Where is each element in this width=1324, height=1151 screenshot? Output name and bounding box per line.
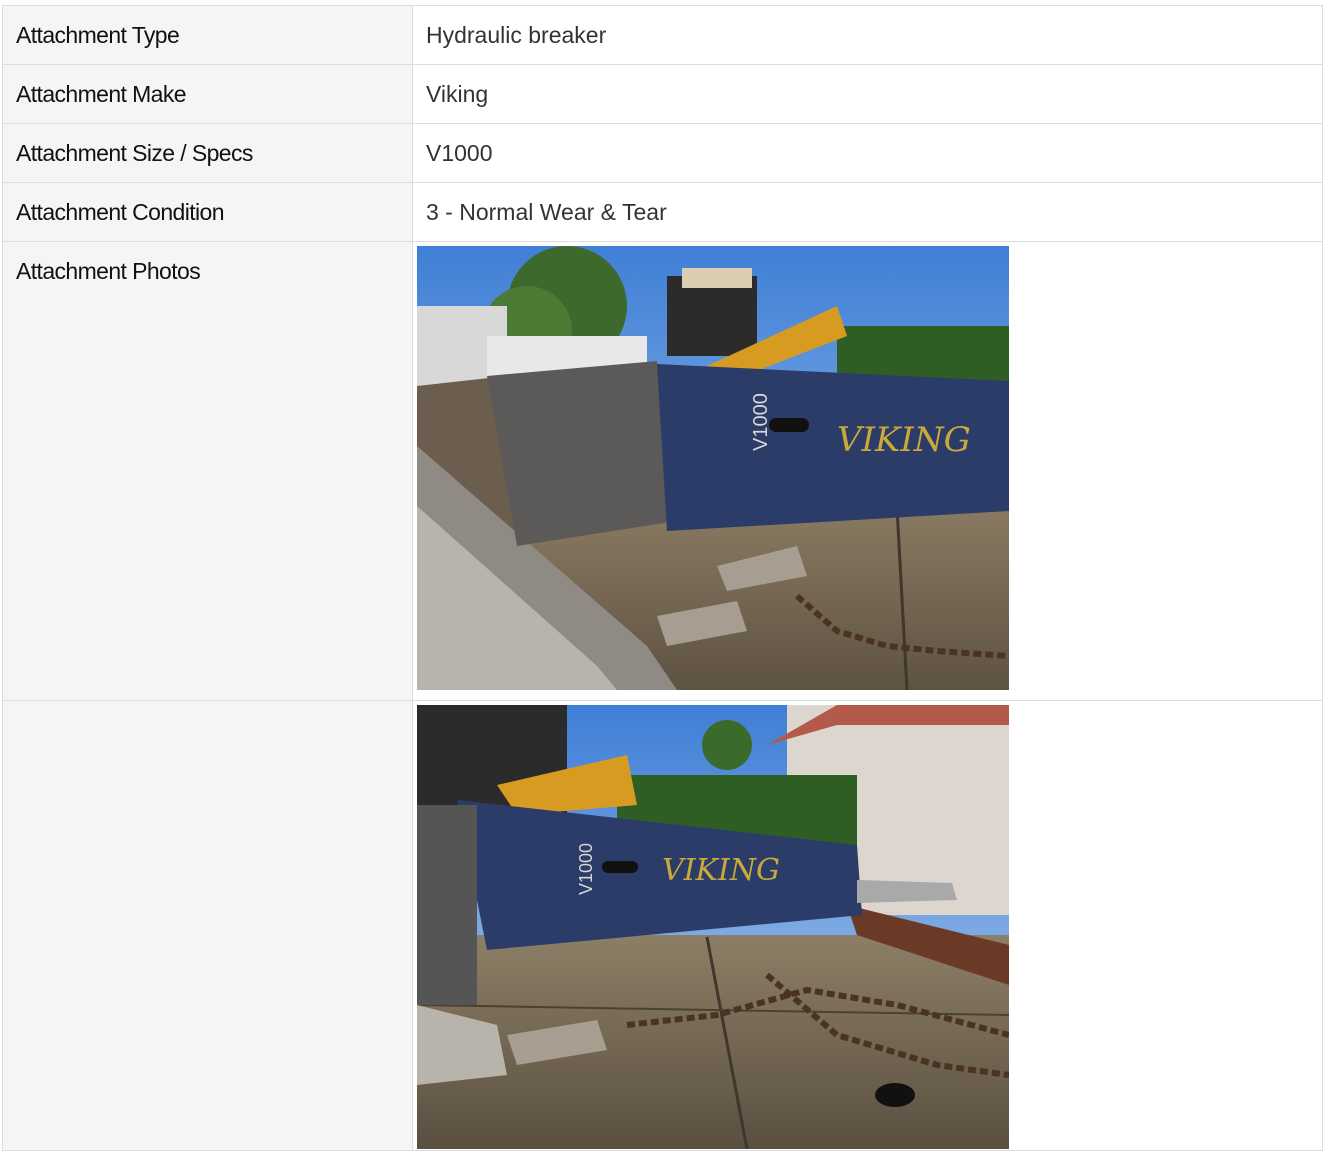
attachment-size-label: Attachment Size / Specs: [2, 123, 413, 183]
attachment-photos-label: Attachment Photos: [2, 241, 413, 701]
table-row: Attachment Size / Specs V1000: [2, 123, 1323, 183]
attachment-photo-2[interactable]: VIKING V1000: [417, 705, 1009, 1149]
attachment-make-value: Viking: [412, 64, 1323, 124]
table-row: Attachment Photos VIKING V1000: [2, 241, 1323, 701]
table-row: Attachment Type Hydraulic breaker: [2, 5, 1323, 65]
table-row: Attachment Make Viking: [2, 64, 1323, 124]
table-row: VIKING V1000: [2, 700, 1323, 1151]
attachment-condition-label: Attachment Condition: [2, 182, 413, 242]
attachment-condition-value: 3 - Normal Wear & Tear: [412, 182, 1323, 242]
viking-logo-text: VIKING: [837, 420, 971, 460]
table-row: Attachment Condition 3 - Normal Wear & T…: [2, 182, 1323, 242]
attachment-photo-1[interactable]: VIKING V1000: [417, 246, 1009, 690]
viking-logo-text: VIKING: [662, 853, 780, 888]
attachment-details-table: Attachment Type Hydraulic breaker Attach…: [2, 5, 1323, 1151]
model-number-text: V1000: [750, 393, 772, 451]
attachment-size-value: V1000: [412, 123, 1323, 183]
empty-label-cell: [2, 700, 413, 1151]
attachment-type-label: Attachment Type: [2, 5, 413, 65]
model-number-text: V1000: [576, 843, 596, 895]
attachment-type-value: Hydraulic breaker: [412, 5, 1323, 65]
attachment-make-label: Attachment Make: [2, 64, 413, 124]
